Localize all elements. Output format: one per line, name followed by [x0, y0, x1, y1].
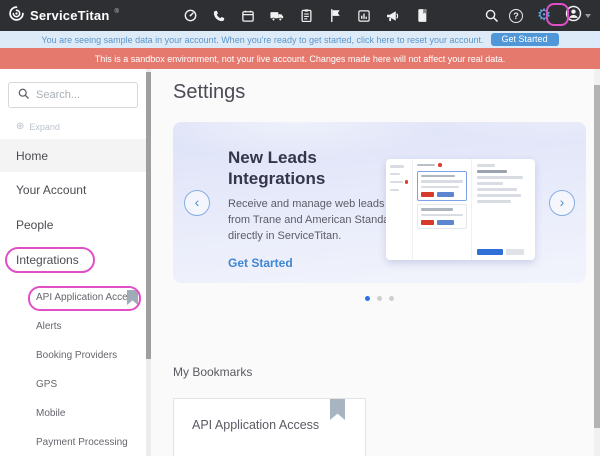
reports-chart-icon[interactable] [357, 9, 371, 23]
servicetitan-logo-icon [8, 5, 25, 27]
my-bookmarks-heading: My Bookmarks [173, 365, 594, 379]
search-icon[interactable] [484, 9, 498, 23]
integrations-submenu: API Application Access Alerts Booking Pr… [0, 283, 146, 456]
settings-gear-icon[interactable]: ⚙ [534, 8, 554, 24]
avatar-icon [565, 5, 582, 27]
bookmark-icon[interactable] [330, 399, 345, 425]
page-title: Settings [173, 81, 594, 104]
sandbox-banner: This is a sandbox environment, not your … [0, 48, 600, 69]
mock-detail-panel [472, 159, 535, 260]
phone-icon[interactable] [212, 9, 226, 23]
sidebar-scrollbar [146, 69, 151, 456]
sidebar-search-box[interactable] [8, 82, 138, 108]
sidebar-subitem-label: GPS [36, 379, 57, 390]
carousel-get-started-link[interactable]: Get Started [228, 256, 293, 270]
sidebar-item-your-account[interactable]: Your Account [0, 172, 146, 207]
sidebar-item-integrations[interactable]: Integrations [0, 242, 146, 277]
sidebar-item-label: Your Account [16, 183, 86, 197]
expand-label: Expand [29, 122, 60, 132]
topbar: ServiceTitan ® [0, 0, 600, 31]
sidebar-expand-toggle[interactable]: ⊕ Expand [16, 122, 146, 132]
sidebar-item-label: Home [16, 149, 48, 163]
settings-sidebar: ⊕ Expand Home Your Account People Integr… [0, 69, 146, 456]
sample-data-banner: You are seeing sample data in your accou… [0, 31, 600, 48]
bookmark-icon[interactable] [127, 290, 138, 308]
pricebook-icon[interactable] [415, 9, 429, 23]
page-scrollbar-thumb[interactable] [594, 85, 600, 428]
mock-nav-panel [386, 159, 412, 260]
topbar-nav [183, 9, 429, 23]
sidebar-subitem-label: Payment Processing [36, 437, 128, 448]
carousel-heading: New Leads Integrations [228, 148, 378, 189]
new-leads-carousel-card: ‹ › New Leads Integrations Receive and m… [173, 122, 586, 283]
sidebar-subitem-label: API Application Access [36, 292, 138, 303]
sidebar-subitem-payment-processing[interactable]: Payment Processing [0, 428, 146, 456]
registered-mark: ® [114, 9, 118, 15]
follow-ups-flag-icon[interactable] [328, 9, 342, 23]
carousel-description: Receive and manage web leads from Trane … [228, 197, 400, 245]
sidebar-subitem-gps[interactable]: GPS [0, 370, 146, 399]
carousel-dot-2[interactable] [377, 296, 382, 301]
mock-bookings-list [412, 159, 472, 260]
carousel-dot-3[interactable] [389, 296, 394, 301]
sidebar-search-input[interactable] [36, 89, 126, 101]
sample-data-banner-text: You are seeing sample data in your accou… [41, 35, 483, 45]
sidebar-item-people[interactable]: People [0, 207, 146, 242]
sidebar-subitem-api-application-access[interactable]: API Application Access [0, 283, 146, 312]
content-area: ⊕ Expand Home Your Account People Integr… [0, 69, 600, 456]
bookmark-card-label: API Application Access [192, 418, 319, 432]
help-icon[interactable]: ? [509, 9, 523, 23]
servicetitan-settings-screen: ServiceTitan ® [0, 0, 600, 456]
sidebar-item-label: Integrations [16, 253, 79, 267]
marketing-megaphone-icon[interactable] [386, 9, 400, 23]
search-icon [18, 86, 29, 104]
carousel-text-block: New Leads Integrations Receive and manag… [228, 148, 400, 272]
brand-name: ServiceTitan [30, 8, 109, 23]
sidebar-subitem-booking-providers[interactable]: Booking Providers [0, 341, 146, 370]
dashboard-icon[interactable] [183, 9, 197, 23]
sidebar-item-home[interactable]: Home [0, 139, 146, 172]
account-menu[interactable] [565, 5, 591, 27]
sandbox-banner-text: This is a sandbox environment, not your … [95, 54, 506, 64]
sidebar-subitem-label: Mobile [36, 408, 65, 419]
servicetitan-logo[interactable]: ServiceTitan ® [8, 5, 119, 27]
mock-booking-card [417, 204, 467, 229]
topbar-right: ? ⚙ [484, 5, 591, 27]
carousel-illustration [386, 159, 535, 260]
settings-main: Settings ‹ › New Leads Integrations Rece… [151, 69, 594, 456]
sidebar-subitem-mobile[interactable]: Mobile [0, 399, 146, 428]
carousel-prev-button[interactable]: ‹ [184, 190, 210, 216]
invoices-clipboard-icon[interactable] [299, 9, 313, 23]
carousel-dot-1[interactable] [365, 296, 370, 301]
dispatch-truck-icon[interactable] [270, 9, 284, 23]
expand-plus-icon: ⊕ [16, 122, 24, 132]
sidebar-subitem-label: Alerts [36, 321, 62, 332]
sidebar-item-label: People [16, 218, 53, 232]
bookmark-card-api-application-access[interactable]: API Application Access [173, 398, 366, 456]
page-scrollbar [594, 69, 600, 456]
reset-account-get-started-button[interactable]: Get Started [491, 33, 559, 46]
carousel-next-button[interactable]: › [549, 190, 575, 216]
sidebar-subitem-alerts[interactable]: Alerts [0, 312, 146, 341]
carousel-pagination [173, 296, 586, 301]
calendar-icon[interactable] [241, 9, 255, 23]
sidebar-subitem-label: Booking Providers [36, 350, 117, 361]
mock-booking-card [417, 171, 467, 202]
chevron-down-icon [585, 14, 591, 18]
sidebar-scrollbar-thumb[interactable] [146, 72, 151, 359]
